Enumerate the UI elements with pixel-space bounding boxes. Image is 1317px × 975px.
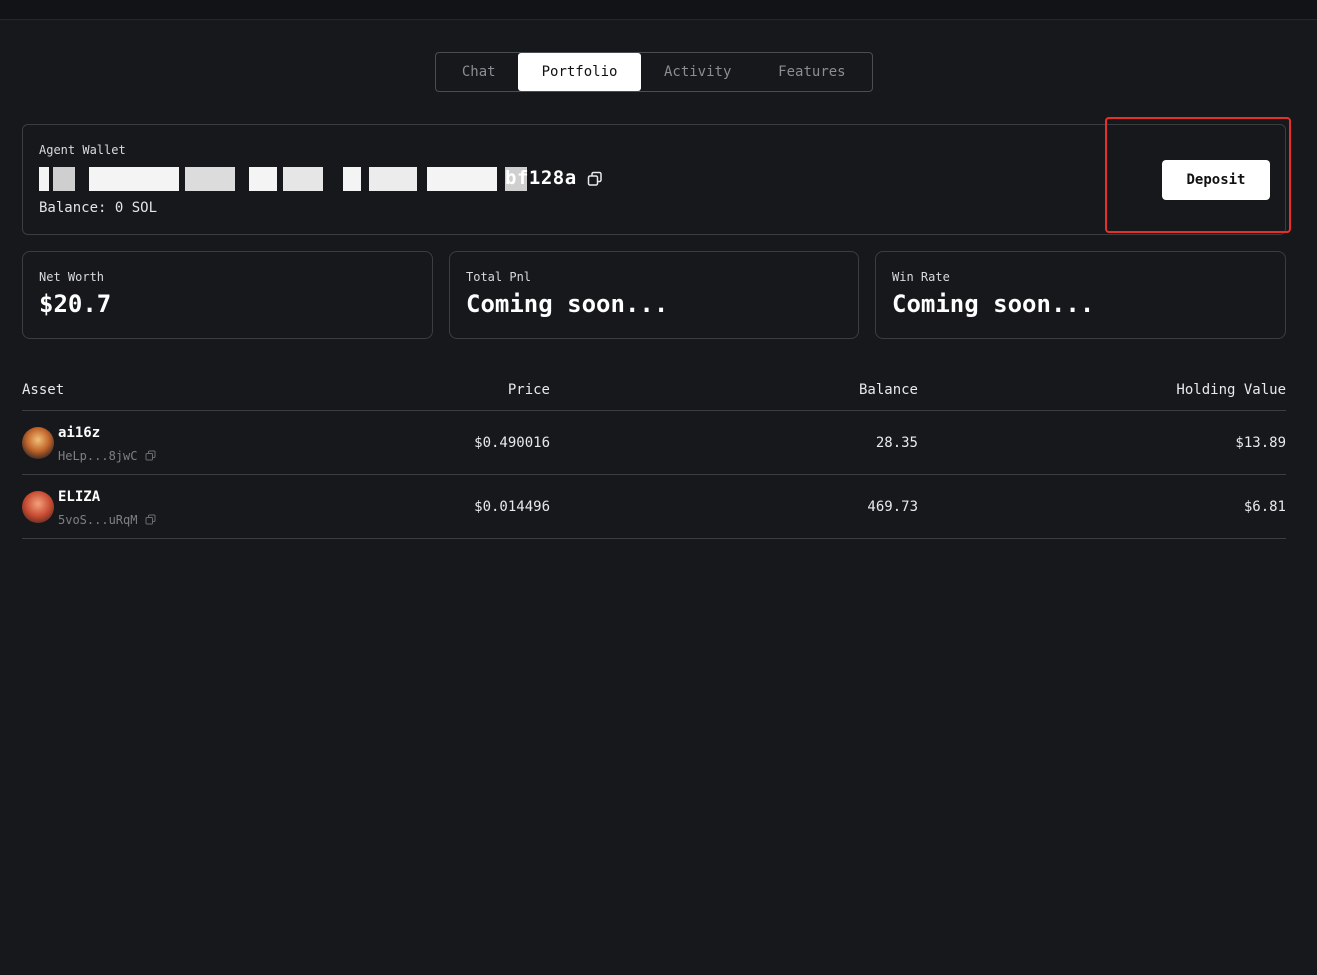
tab-features[interactable]: Features (755, 53, 869, 91)
asset-balance: 28.35 (875, 434, 918, 451)
asset-name: ELIZA (58, 488, 101, 505)
stat-value: $20.7 (39, 290, 112, 318)
header-holding-value[interactable]: Holding Value (918, 382, 1286, 398)
tab-chat[interactable]: Chat (439, 53, 518, 91)
stat-value: Coming soon... (466, 290, 669, 318)
stat-label: Win Rate (892, 270, 950, 284)
copy-icon[interactable] (587, 170, 603, 186)
table-header: Asset Price Balance Holding Value (22, 370, 1286, 411)
asset-address: HeLp...8jwC (58, 449, 156, 463)
asset-holding-value: $13.89 (1235, 434, 1286, 451)
wallet-address: bf128a (505, 167, 603, 189)
avatar (22, 426, 54, 459)
redacted-address (39, 167, 527, 191)
table-row[interactable]: ai16z HeLp...8jwC $0.490016 28.35 $13.89 (22, 411, 1286, 475)
asset-price: $0.014496 (474, 498, 550, 515)
avatar (22, 490, 54, 523)
stat-label: Total Pnl (466, 270, 532, 284)
top-bar (0, 0, 1317, 20)
total-pnl-card: Total Pnl Coming soon... (449, 251, 859, 339)
net-worth-card: Net Worth $20.7 (22, 251, 433, 339)
asset-address-text: HeLp...8jwC (58, 448, 138, 463)
header-asset[interactable]: Asset (22, 382, 367, 398)
asset-holding-value: $6.81 (1243, 498, 1286, 515)
asset-cell: ELIZA 5voS...uRqM (22, 487, 367, 527)
wallet-label: Agent Wallet (39, 143, 126, 157)
assets-table: Asset Price Balance Holding Value ai16z … (22, 370, 1286, 539)
wallet-balance: Balance: 0 SOL (39, 200, 158, 216)
asset-address-text: 5voS...uRqM (58, 512, 138, 527)
table-row[interactable]: ELIZA 5voS...uRqM $0.014496 469.73 $6.81 (22, 475, 1286, 539)
agent-wallet-card: Agent Wallet bf128a Balance: 0 SOL Depos… (22, 124, 1286, 235)
wallet-address-text: bf128a (505, 167, 577, 189)
copy-icon[interactable] (145, 450, 156, 461)
tab-bar: Chat Portfolio Activity Features (435, 52, 873, 92)
win-rate-card: Win Rate Coming soon... (875, 251, 1286, 339)
asset-price: $0.490016 (474, 434, 550, 451)
stat-value: Coming soon... (892, 290, 1095, 318)
header-price[interactable]: Price (367, 382, 550, 398)
tab-activity[interactable]: Activity (641, 53, 755, 91)
asset-address: 5voS...uRqM (58, 513, 156, 527)
stat-label: Net Worth (39, 270, 105, 284)
asset-cell: ai16z HeLp...8jwC (22, 423, 367, 463)
asset-name: ai16z (58, 424, 101, 441)
asset-balance: 469.73 (867, 498, 918, 515)
deposit-button[interactable]: Deposit (1162, 160, 1270, 200)
header-balance[interactable]: Balance (550, 382, 918, 398)
copy-icon[interactable] (145, 514, 156, 525)
tab-portfolio[interactable]: Portfolio (518, 53, 641, 91)
